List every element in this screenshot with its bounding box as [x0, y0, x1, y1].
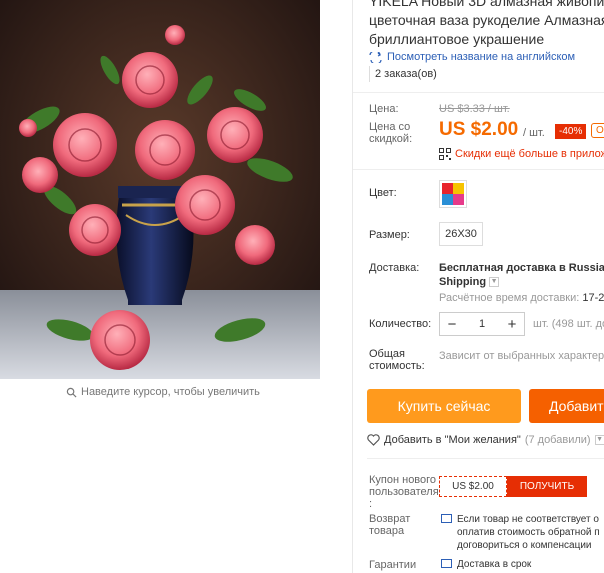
- get-coupon-button[interactable]: ПОЛУЧИТЬ: [507, 476, 587, 497]
- zoom-hint: Наведите курсор, чтобы увеличить: [66, 386, 260, 398]
- title-line: бриллиантовое украшение: [369, 31, 545, 47]
- shipping-method-line: Shipping: [439, 276, 487, 288]
- coupon: US $2.00 ПОЛУЧИТЬ: [439, 476, 587, 497]
- coupon-label: Купон нового пользователя :: [369, 474, 439, 510]
- chevron-down-icon[interactable]: ▼: [594, 435, 604, 445]
- divider: [367, 458, 604, 459]
- add-to-cart-button[interactable]: Добавит: [529, 389, 604, 423]
- coupon-amount: US $2.00: [439, 476, 507, 497]
- product-title: YIKELA Новый 3D алмазная живопись в цвет…: [369, 0, 604, 49]
- guarantee: Доставка в срок: [441, 559, 531, 570]
- stock-note: шт. (498 шт. до: [533, 318, 604, 330]
- app-promo-text: Скидки ещё больше в приложе: [455, 148, 604, 160]
- quantity-decrease-button[interactable]: −: [440, 316, 464, 333]
- size-label: Размер:: [369, 229, 410, 241]
- heart-icon: [367, 434, 380, 446]
- magnifier-icon: [66, 387, 77, 398]
- english-title-link[interactable]: Посмотреть название на английском: [369, 51, 575, 63]
- wishlist-count: (7 добавили): [524, 434, 591, 446]
- old-price: US $3.33 / шт.: [439, 103, 510, 115]
- buy-now-button[interactable]: Купить сейчас: [367, 389, 521, 423]
- delivery-estimate: Расчётное время доставки: 17-22: [439, 292, 604, 304]
- total-label: Общая стоимость:: [369, 348, 425, 372]
- translate-icon: [369, 51, 382, 63]
- guarantee-text: Доставка в срок: [457, 559, 532, 570]
- chevron-down-icon[interactable]: ▼: [489, 277, 500, 288]
- english-title-text: Посмотреть название на английском: [387, 51, 576, 63]
- product-image[interactable]: [0, 0, 320, 379]
- delivery-estimate-label: Расчётное время доставки:: [439, 292, 580, 304]
- quantity-input[interactable]: 1: [464, 318, 500, 330]
- discount-price-label: Цена со скидкой:: [369, 121, 413, 145]
- returns-label: Возврат товара: [369, 513, 411, 537]
- color-option[interactable]: [439, 180, 467, 208]
- title-line: цветочная ваза рукоделие Алмазная вы: [369, 12, 604, 28]
- shipping-method[interactable]: Бесплатная доставка в Russian F Shipping…: [439, 261, 604, 289]
- price-label: Цена:: [369, 103, 399, 115]
- quantity-increase-button[interactable]: +: [500, 316, 524, 333]
- orders-divider: [369, 66, 370, 82]
- delivery-estimate-value: 17-22: [582, 292, 604, 304]
- orders-count: 2 заказа(ов): [375, 68, 437, 80]
- guarantee-label: Гарантии: [369, 559, 417, 571]
- returns-policy: Если товар не соответствует о оплатив ст…: [441, 513, 600, 552]
- gallery: Наведите курсор, чтобы увеличить: [0, 0, 352, 573]
- qr-code-icon: [439, 148, 451, 160]
- returns-text: договориться о компенсации: [457, 540, 592, 551]
- shipping-method-line: Бесплатная доставка в Russian F: [439, 262, 604, 274]
- per-unit: / шт.: [523, 127, 545, 139]
- extra-badge: О: [591, 123, 604, 138]
- color-swatch-icon: [442, 183, 464, 205]
- color-label: Цвет:: [369, 187, 397, 199]
- price-block: Цена: US $3.33 / шт. Цена со скидкой: US…: [353, 92, 604, 170]
- returns-text: оплатив стоимость обратной п: [457, 527, 600, 538]
- quantity-stepper: − 1 +: [439, 312, 525, 336]
- discount-badge: -40%: [555, 124, 587, 139]
- zoom-hint-text: Наведите курсор, чтобы увеличить: [81, 386, 260, 398]
- title-line: YIKELA Новый 3D алмазная живопись в: [369, 0, 604, 9]
- wishlist-text: Добавить в "Мои желания": [384, 434, 521, 446]
- wishlist-link[interactable]: Добавить в "Мои желания" (7 добавили) ▼: [367, 434, 604, 446]
- returns-text: Если товар не соответствует о: [457, 514, 599, 525]
- shield-icon: [441, 559, 452, 568]
- total-note: Зависит от выбранных характери: [439, 350, 604, 362]
- quantity-label: Количество:: [369, 318, 432, 330]
- current-price: US $2.00: [439, 119, 519, 140]
- size-option[interactable]: 26X30: [439, 222, 483, 246]
- app-promo[interactable]: Скидки ещё больше в приложе: [439, 148, 604, 160]
- shipping-label: Доставка:: [369, 262, 420, 274]
- product-info: YIKELA Новый 3D алмазная живопись в цвет…: [353, 0, 604, 573]
- return-icon: [441, 514, 452, 523]
